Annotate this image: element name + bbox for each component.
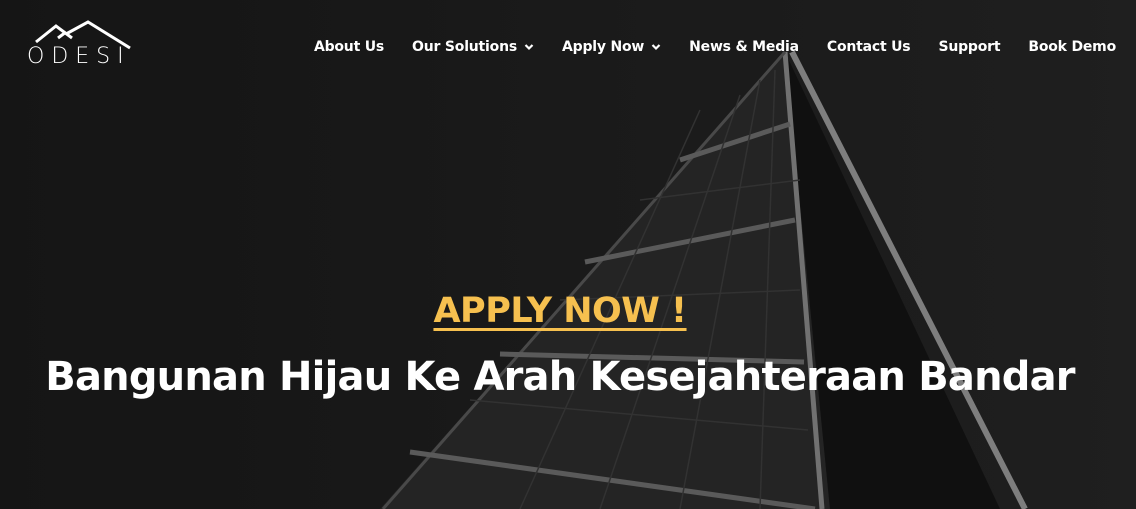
nav-our-solutions-label: Our Solutions (412, 39, 517, 55)
nav-book-demo-label: Book Demo (1028, 39, 1116, 55)
nav-about-us[interactable]: About Us (314, 39, 384, 55)
nav-support[interactable]: Support (938, 39, 1000, 55)
nav-news-media-label: News & Media (689, 39, 799, 55)
nav-our-solutions[interactable]: Our Solutions (412, 39, 534, 55)
logo[interactable]: ODESI (26, 20, 132, 72)
nav-book-demo[interactable]: Book Demo (1028, 39, 1116, 55)
site-header: ODESI About Us Our Solutions Apply Now N… (0, 0, 1136, 92)
main-nav: About Us Our Solutions Apply Now News & … (314, 36, 1116, 58)
logo-wordmark: ODESI (27, 44, 131, 69)
nav-contact-us-label: Contact Us (826, 39, 911, 55)
cta-container: APPLY NOW ! (0, 291, 1120, 331)
apply-now-link[interactable]: APPLY NOW ! (433, 291, 687, 331)
chevron-down-icon (651, 44, 661, 51)
nav-contact-us[interactable]: Contact Us (827, 39, 911, 55)
nav-support-label: Support (938, 39, 1001, 55)
hero-headline: Bangunan Hijau Ke Arah Kesejahteraan Ban… (45, 354, 1075, 400)
chevron-down-icon (524, 44, 534, 51)
nav-about-us-label: About Us (313, 39, 385, 55)
nav-news-media[interactable]: News & Media (689, 39, 799, 55)
nav-apply-now[interactable]: Apply Now (562, 39, 661, 55)
nav-apply-now-label: Apply Now (561, 39, 645, 55)
